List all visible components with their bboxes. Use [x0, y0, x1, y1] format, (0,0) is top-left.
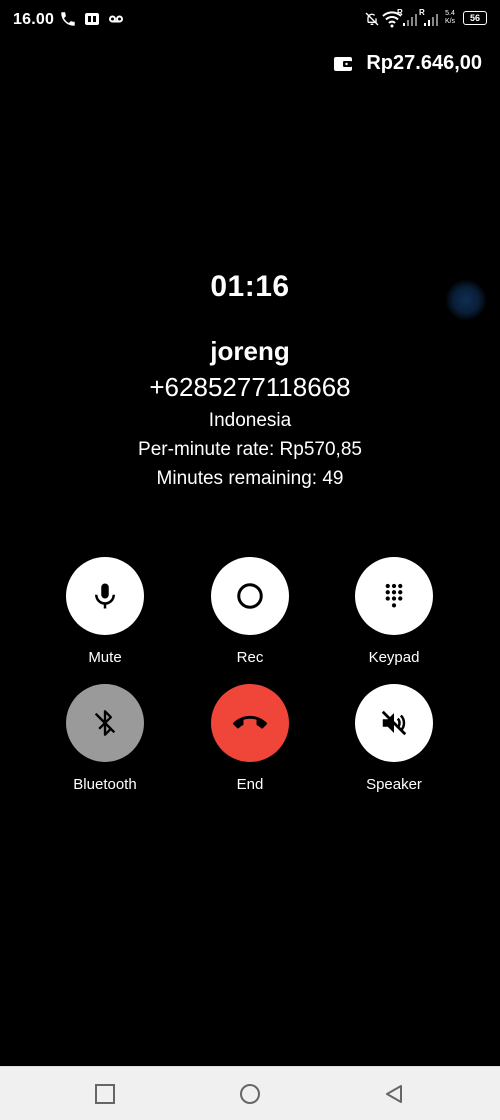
contact-name: joreng: [210, 336, 290, 366]
home-button[interactable]: [239, 1083, 261, 1105]
speaker-control: Speaker: [339, 684, 449, 793]
keypad-label: Keypad: [368, 649, 420, 666]
call-timer: 01:16: [210, 270, 290, 303]
bluetooth-button[interactable]: [66, 684, 144, 762]
dialpad-icon: [385, 583, 403, 608]
keypad-button[interactable]: [355, 557, 433, 635]
phone-call-icon: [61, 12, 75, 26]
sim-card-icon: [85, 13, 99, 25]
signal-strength-icon: [403, 14, 417, 26]
wallet-balance-display[interactable]: Rp27.646,00: [333, 52, 482, 75]
bluetooth-label: Bluetooth: [73, 776, 137, 793]
balance-amount: Rp27.646,00: [366, 52, 482, 74]
minutes-remaining: Minutes remaining: 49: [156, 468, 344, 489]
battery-icon: 56: [463, 11, 487, 25]
recent-apps-button[interactable]: [94, 1083, 116, 1105]
bluetooth-control: Bluetooth: [50, 684, 160, 793]
hang-up-icon: [233, 715, 267, 729]
record-button[interactable]: [211, 557, 289, 635]
system-navigation-bar: [0, 1066, 500, 1120]
network-speed: 5.4 K/s: [442, 10, 458, 26]
status-time: 16.00: [13, 11, 55, 28]
speaker-label: Speaker: [366, 776, 422, 793]
record-control: Rec: [195, 557, 305, 666]
keypad-control: Keypad: [339, 557, 449, 666]
end-call-control: End: [195, 684, 305, 793]
network-speed-value: 5.4: [445, 10, 455, 17]
per-minute-rate: Per-minute rate: Rp570,85: [138, 439, 362, 460]
phone-number: +6285277118668: [149, 372, 351, 402]
end-call-label: End: [236, 776, 264, 793]
bluetooth-disabled-icon: [94, 710, 116, 736]
microphone-icon: [95, 583, 115, 609]
wallet-icon: [334, 56, 353, 71]
network-speed-unit: K/s: [444, 18, 456, 25]
signal-strength-icon-2: [424, 14, 438, 26]
status-bar: 16.00 R R 5.4 K/s 56: [0, 0, 500, 40]
battery-level: 56: [469, 13, 480, 23]
mute-control: Mute: [50, 557, 160, 666]
mute-bell-icon: [365, 12, 379, 26]
record-circle-icon: [237, 583, 263, 609]
record-label: Rec: [236, 649, 264, 666]
speaker-button[interactable]: [355, 684, 433, 762]
voicemail-icon: [109, 15, 123, 23]
mute-button[interactable]: [66, 557, 144, 635]
end-call-button[interactable]: [211, 684, 289, 762]
mute-label: Mute: [88, 649, 122, 666]
back-button[interactable]: [383, 1083, 405, 1105]
call-country: Indonesia: [208, 410, 292, 431]
roaming-badge: R: [397, 8, 403, 17]
speaker-off-icon: [381, 710, 407, 736]
